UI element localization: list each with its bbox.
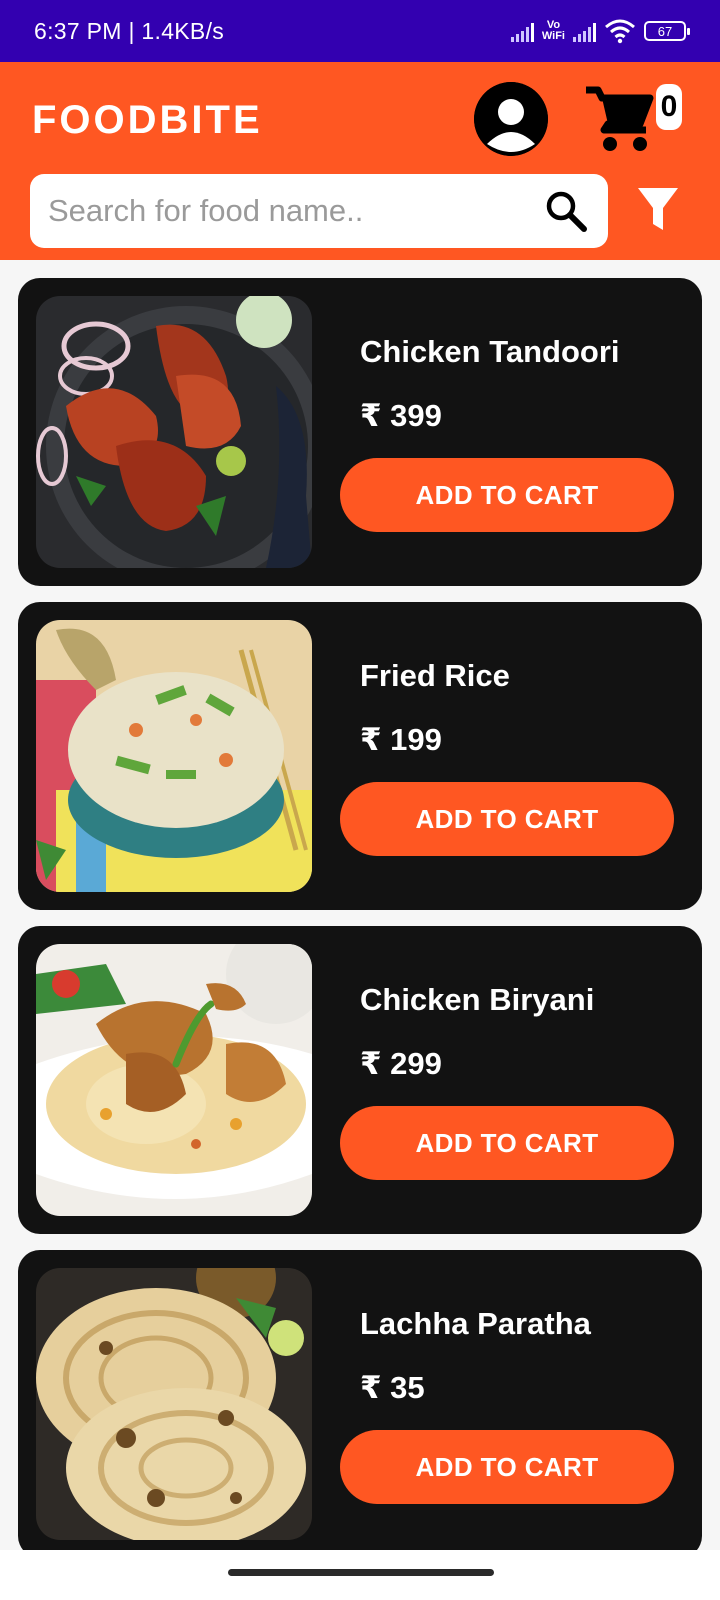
- food-card: Lachha Paratha ₹ 35 ADD TO CART: [18, 1250, 702, 1550]
- food-name: Chicken Biryani: [360, 982, 595, 1017]
- food-name: Chicken Tandoori: [360, 334, 620, 369]
- shopping-cart-icon[interactable]: [584, 84, 656, 156]
- vowifi-icon: Vo WiFi: [542, 20, 565, 42]
- search-input[interactable]: [48, 193, 532, 229]
- food-price: ₹ 299: [360, 1046, 442, 1081]
- food-image-paratha: [36, 1268, 312, 1540]
- battery-icon: 67: [644, 21, 690, 41]
- food-list: Chicken Tandoori ₹ 399 ADD TO CART Fried…: [0, 260, 720, 1550]
- signal-icon: [510, 20, 534, 42]
- add-to-cart-button[interactable]: ADD TO CART: [340, 1430, 674, 1504]
- food-name: Fried Rice: [360, 658, 510, 693]
- food-price: ₹ 35: [360, 1370, 425, 1405]
- app-title: FOODBITE: [32, 98, 263, 142]
- food-card: Fried Rice ₹ 199 ADD TO CART: [18, 602, 702, 910]
- user-avatar-icon[interactable]: [474, 82, 548, 156]
- cart-count-badge: 0: [656, 84, 682, 130]
- food-price: ₹ 199: [360, 722, 442, 757]
- system-nav-bar: [0, 1550, 720, 1600]
- vowifi-bottom: WiFi: [541, 30, 565, 42]
- filter-funnel-icon[interactable]: [636, 184, 680, 234]
- food-card: Chicken Biryani ₹ 299 ADD TO CART: [18, 926, 702, 1234]
- home-indicator[interactable]: [228, 1569, 494, 1576]
- add-to-cart-button[interactable]: ADD TO CART: [340, 1106, 674, 1180]
- app-header: FOODBITE 0: [0, 62, 720, 260]
- wifi-icon: [605, 19, 635, 44]
- search-icon[interactable]: [542, 187, 590, 235]
- signal-icon-2: [573, 20, 596, 42]
- add-to-cart-button[interactable]: ADD TO CART: [340, 458, 674, 532]
- food-image-tandoori: [36, 296, 312, 568]
- food-price: ₹ 399: [360, 398, 442, 433]
- food-name: Lachha Paratha: [360, 1306, 591, 1341]
- status-time: 6:37 PM | 1.4KB/s: [34, 17, 225, 44]
- search-bar: [30, 174, 608, 248]
- add-to-cart-button[interactable]: ADD TO CART: [340, 782, 674, 856]
- food-image-biryani: [36, 944, 312, 1216]
- food-card: Chicken Tandoori ₹ 399 ADD TO CART: [18, 278, 702, 586]
- battery-level: 67: [657, 23, 673, 39]
- food-image-fried-rice: [36, 620, 312, 892]
- status-bar: 6:37 PM | 1.4KB/s Vo WiFi 67: [0, 0, 720, 62]
- status-icons: Vo WiFi 67: [510, 18, 690, 44]
